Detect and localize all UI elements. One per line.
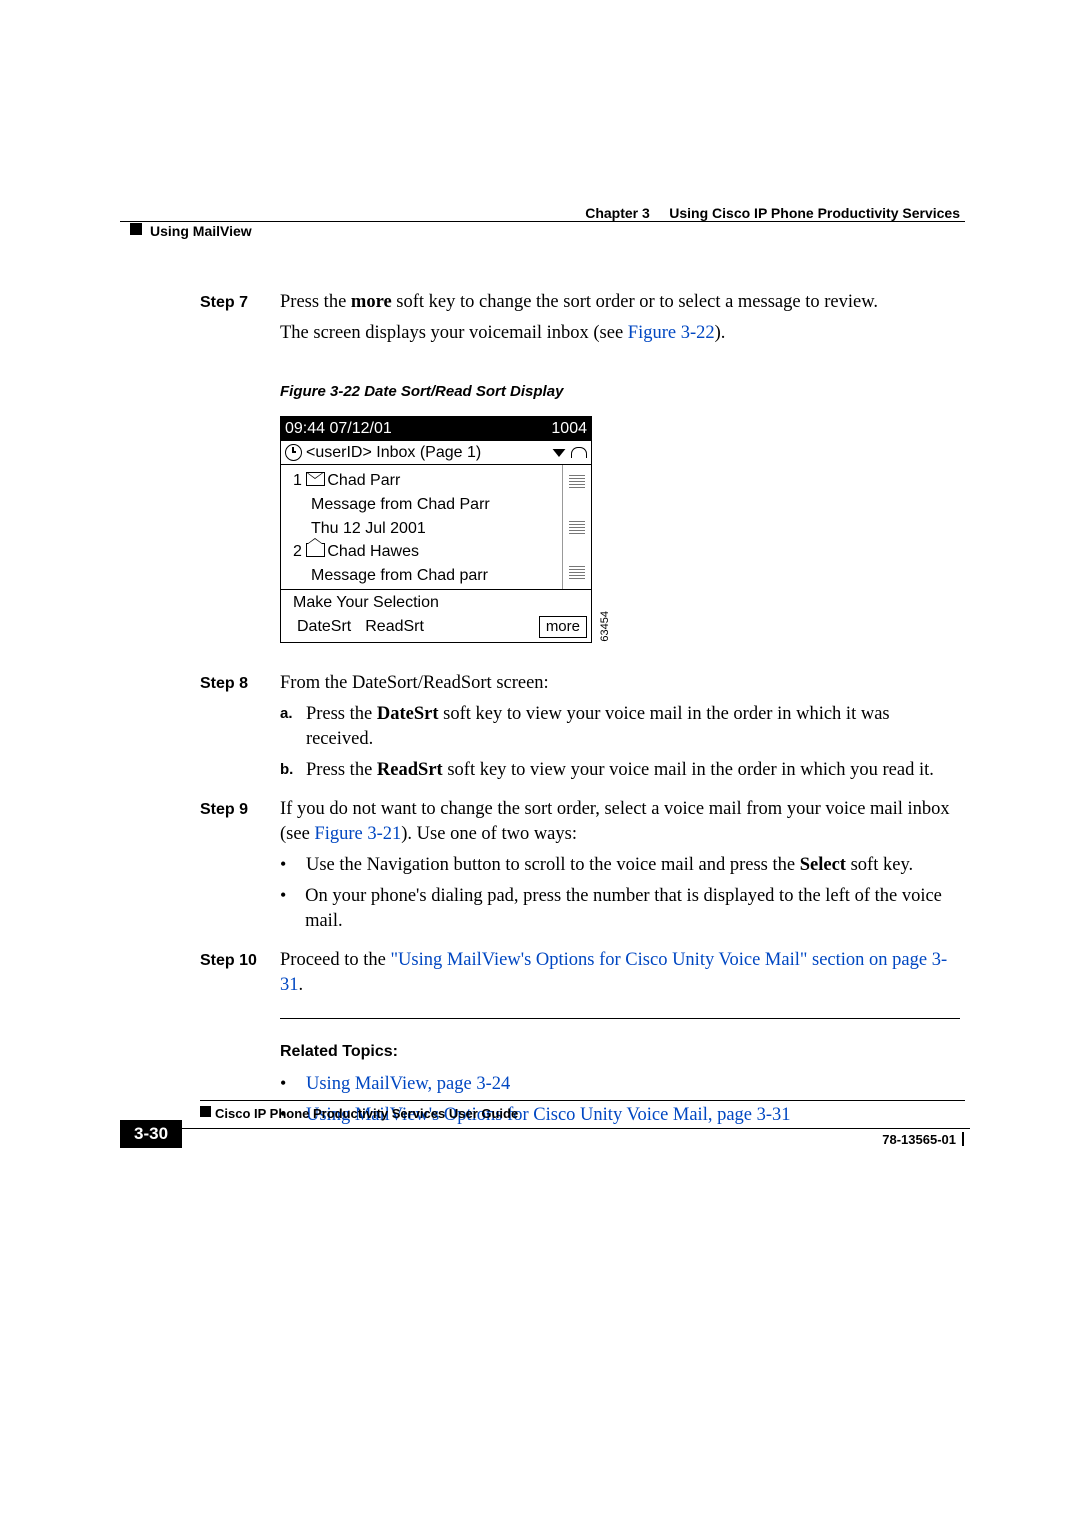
scroll-lines-icon bbox=[569, 475, 585, 488]
related-topics-title: Related Topics: bbox=[280, 1041, 960, 1063]
step-9: Step 9 If you do not want to change the … bbox=[200, 797, 960, 944]
step8-item-a: a. Press the DateSrt soft key to view yo… bbox=[280, 702, 960, 752]
step-8: Step 8 From the DateSort/ReadSort screen… bbox=[200, 671, 960, 793]
related-link-1[interactable]: Using MailView, page 3-24 bbox=[306, 1072, 510, 1097]
phone-time: 09:44 07/12/01 bbox=[285, 418, 392, 440]
step-10: Step 10 Proceed to the "Using MailView's… bbox=[200, 948, 960, 1004]
phone-title-row: <userID> Inbox (Page 1) bbox=[281, 441, 591, 466]
scroll-lines-icon bbox=[569, 566, 585, 579]
step9-p1: If you do not want to change the sort or… bbox=[280, 797, 960, 847]
step9-bullet-2: • On your phone's dialing pad, press the… bbox=[280, 884, 960, 934]
header-right: Chapter 3 Using Cisco IP Phone Productiv… bbox=[585, 205, 960, 221]
chapter-title: Using Cisco IP Phone Productivity Servic… bbox=[669, 205, 960, 221]
step-label: Step 8 bbox=[200, 671, 280, 793]
chapter-label: Chapter 3 bbox=[585, 205, 650, 221]
figure-caption: Figure 3-22 Date Sort/Read Sort Display bbox=[280, 382, 960, 402]
phone-statusbar: 09:44 07/12/01 1004 bbox=[281, 417, 591, 441]
doc-number: 78-13565-01 bbox=[882, 1132, 964, 1147]
figure-3-21-link[interactable]: Figure 3-21 bbox=[314, 824, 401, 844]
step10-p1: Proceed to the "Using MailView's Options… bbox=[280, 948, 960, 998]
scroll-lines-icon bbox=[569, 521, 585, 534]
step-label: Step 10 bbox=[200, 948, 280, 1004]
step8-intro: From the DateSort/ReadSort screen: bbox=[280, 671, 960, 696]
figure-3-22-link[interactable]: Figure 3-22 bbox=[628, 323, 715, 343]
handset-icon bbox=[571, 447, 587, 458]
phone-message-list: 1 Chad Parr Message from Chad Parr Thu 1… bbox=[281, 465, 563, 589]
step8-item-b: b. Press the ReadSrt soft key to view yo… bbox=[280, 758, 960, 783]
step-7: Step 7 Press the more soft key to change… bbox=[200, 290, 960, 667]
dropdown-icon bbox=[553, 449, 566, 457]
softkey-readsrt: ReadSrt bbox=[361, 616, 428, 638]
page-number: 3-30 bbox=[120, 1120, 182, 1148]
header-marker bbox=[130, 223, 142, 235]
step7-p2: The screen displays your voicemail inbox… bbox=[280, 321, 960, 346]
softkey-datesrt: DateSrt bbox=[293, 616, 355, 638]
softkey-more: more bbox=[539, 616, 587, 638]
step9-bullet-1: • Use the Navigation button to scroll to… bbox=[280, 853, 960, 878]
clock-icon bbox=[285, 444, 302, 461]
step7-p1: Press the more soft key to change the so… bbox=[280, 290, 960, 315]
header-rule bbox=[120, 221, 965, 222]
phone-prompt: Make Your Selection bbox=[293, 592, 587, 614]
step-label: Step 9 bbox=[200, 797, 280, 944]
page-num-rule bbox=[180, 1128, 970, 1129]
figure-sidecode: 63454 bbox=[598, 611, 613, 642]
phone-extension: 1004 bbox=[551, 418, 587, 440]
section-end-rule bbox=[280, 1018, 960, 1019]
step-label: Step 7 bbox=[200, 290, 280, 667]
footer-doc-title: Cisco IP Phone Productivity Services Use… bbox=[215, 1106, 518, 1121]
phone-title: <userID> Inbox (Page 1) bbox=[306, 442, 547, 464]
phone-display: 09:44 07/12/01 1004 <userID> Inbox (Page… bbox=[280, 416, 592, 643]
footer-rule bbox=[200, 1100, 965, 1101]
related-item-1: • Using MailView, page 3-24 bbox=[280, 1072, 960, 1097]
section-title: Using MailView bbox=[150, 223, 252, 239]
mail-open-icon bbox=[306, 543, 325, 557]
footer-marker bbox=[200, 1106, 211, 1117]
mail-closed-icon bbox=[306, 472, 325, 486]
phone-scrollbar bbox=[563, 465, 591, 589]
